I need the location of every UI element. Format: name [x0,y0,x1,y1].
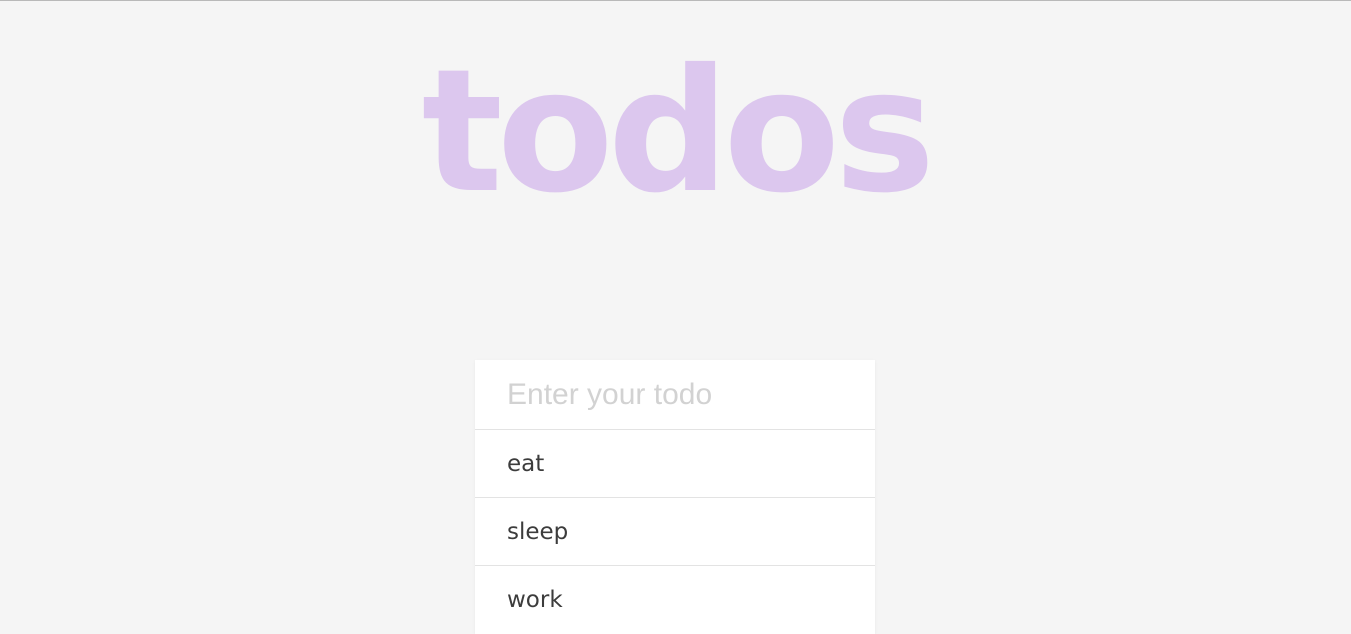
todo-item[interactable]: sleep [475,498,875,566]
todo-item-label: work [507,587,563,613]
new-todo-input[interactable] [475,360,875,430]
todo-list: eat sleep work [475,430,875,634]
app-title: todos [421,33,936,231]
todo-item[interactable]: eat [475,430,875,498]
todo-card: eat sleep work [475,360,875,634]
todo-item-label: eat [507,450,545,477]
todo-item-label: sleep [507,518,569,545]
